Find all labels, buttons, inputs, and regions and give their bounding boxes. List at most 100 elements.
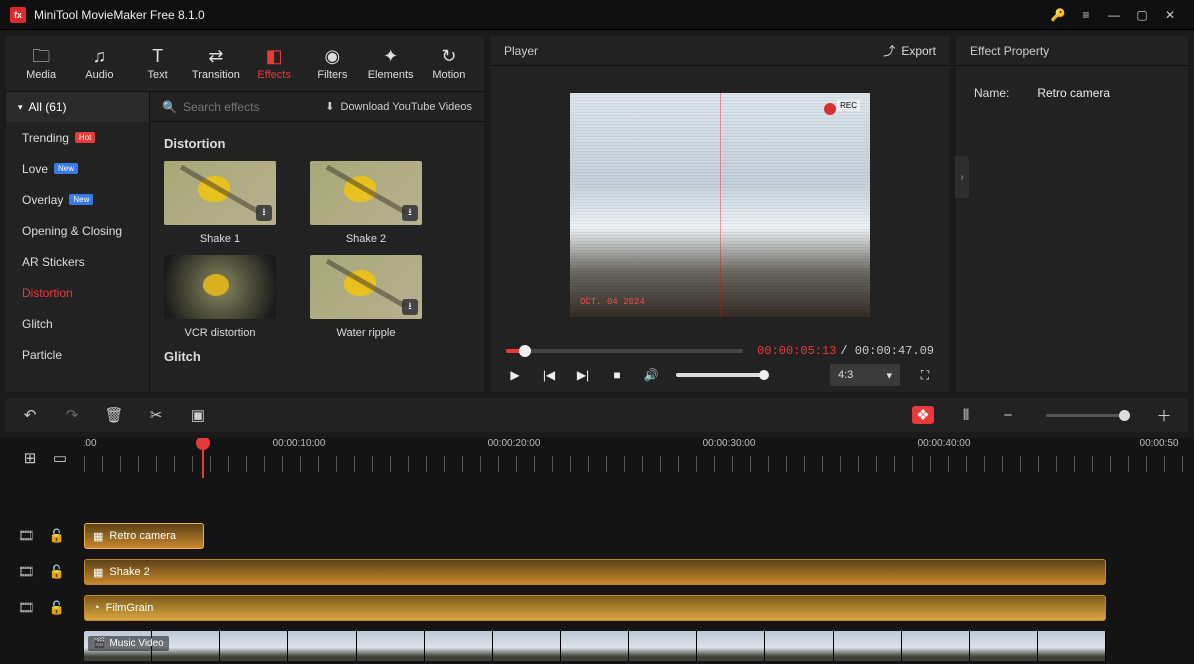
current-time: 00:00:05:13 <box>757 344 836 358</box>
badge: Hot <box>75 132 95 143</box>
export-button[interactable]: ⤴ Export <box>883 42 936 59</box>
lock-icon[interactable]: 🔓 <box>49 528 65 544</box>
record-label: REC <box>837 100 860 111</box>
search-wrap: 🔍 <box>162 100 293 114</box>
lock-icon[interactable]: 🔓 <box>49 600 65 616</box>
category-item[interactable]: Opening & Closing <box>6 215 149 246</box>
effect-thumbnail[interactable]: VCR distortion <box>164 255 276 339</box>
app-title: MiniTool MovieMaker Free 8.1.0 <box>34 8 205 22</box>
next-frame-button[interactable]: ▶| <box>574 366 592 384</box>
ruler-label: 00:00:10:00 <box>273 438 326 449</box>
ruler-label: 00:00:40:00 <box>918 438 971 449</box>
redo-button[interactable]: ↷ <box>62 405 82 425</box>
fullscreen-button[interactable]: ⛶ <box>916 366 934 384</box>
zoom-slider[interactable] <box>1046 414 1126 417</box>
effect-thumbnail[interactable]: ⭳Shake 2 <box>310 161 422 245</box>
category-item[interactable]: Particle <box>6 339 149 370</box>
ruler-label: 00:00:20:00 <box>488 438 541 449</box>
preview-viewport[interactable]: REC OCT. 04 2024 <box>570 93 870 317</box>
player-panel: Player ⤴ Export REC OCT. 04 2024 00:00:0… <box>490 36 950 392</box>
category-all[interactable]: ▾All (61) <box>6 92 149 122</box>
license-key-icon[interactable]: 🔑 <box>1044 0 1072 30</box>
clip-retro-camera[interactable]: ▦Retro camera <box>84 523 204 549</box>
category-item[interactable]: Glitch <box>6 308 149 339</box>
property-panel: › Effect Property Name: Retro camera <box>956 36 1188 392</box>
add-track-button[interactable]: ⊞ <box>20 448 40 468</box>
player-title: Player <box>504 44 538 58</box>
property-name-label: Name: <box>974 86 1009 100</box>
tab-audio[interactable]: ♫Audio <box>70 36 128 91</box>
effect-thumbnail[interactable]: ⭳Shake 1 <box>164 161 276 245</box>
crop-button[interactable]: ▣ <box>188 405 208 425</box>
prev-frame-button[interactable]: |◀ <box>540 366 558 384</box>
stop-button[interactable]: ■ <box>608 366 626 384</box>
split-button[interactable]: ✂ <box>146 405 166 425</box>
caret-down-icon: ▾ <box>18 102 23 113</box>
track-options-button[interactable]: ⦀ <box>956 405 976 425</box>
download-effect-icon[interactable]: ⭳ <box>256 205 272 221</box>
search-icon: 🔍 <box>162 100 177 114</box>
playback-seek-bar[interactable] <box>506 349 743 353</box>
maximize-icon[interactable]: ▢ <box>1128 0 1156 30</box>
library-panel: 🗀Media ♫Audio TText ⇄Transition ◧Effects… <box>6 36 484 392</box>
magnet-snap-button[interactable]: ❖ <box>912 406 934 424</box>
aspect-ratio-select[interactable]: 4:3▾ <box>830 364 900 386</box>
camera-date-overlay: OCT. 04 2024 <box>580 297 645 307</box>
effect-label: Water ripple <box>310 327 422 339</box>
volume-slider[interactable] <box>676 373 764 377</box>
tab-transition[interactable]: ⇄Transition <box>187 36 245 91</box>
effects-grid: Distortion⭳Shake 1⭳Shake 2VCR distortion… <box>150 122 484 392</box>
zoom-out-button[interactable]: − <box>998 405 1018 425</box>
ruler-label: 00:00:30:00 <box>703 438 756 449</box>
undo-button[interactable]: ↶ <box>20 405 40 425</box>
delete-button[interactable]: 🗑 <box>104 405 124 425</box>
track-type-icon: 🎞 <box>18 528 35 544</box>
category-item[interactable]: OverlayNew <box>6 184 149 215</box>
total-duration: 00:00:47.09 <box>855 344 934 358</box>
play-button[interactable]: ▶ <box>506 366 524 384</box>
badge: New <box>54 163 78 174</box>
volume-icon[interactable]: 🔊 <box>642 366 660 384</box>
download-youtube-link[interactable]: ⬇ Download YouTube Videos <box>325 100 472 113</box>
category-list: ▾All (61) TrendingHotLoveNewOverlayNewOp… <box>6 92 150 392</box>
minimize-icon[interactable]: — <box>1100 0 1128 30</box>
lock-icon[interactable]: 🔓 <box>49 564 65 580</box>
effect-clip-icon: ▦ <box>93 566 103 579</box>
effect-clip-icon: ▦ <box>93 530 103 543</box>
motion-icon: ↻ <box>441 47 456 65</box>
track-type-icon: 🎞 <box>18 564 35 580</box>
menu-icon[interactable]: ≡ <box>1072 0 1100 30</box>
tab-motion[interactable]: ↻Motion <box>420 36 478 91</box>
timeline-toolbar: ↶ ↷ 🗑 ✂ ▣ ❖ ⦀ − ＋ <box>6 398 1188 432</box>
download-effect-icon[interactable]: ⭳ <box>402 299 418 315</box>
track-list-button[interactable]: ▭ <box>50 448 70 468</box>
text-icon: T <box>152 47 163 65</box>
category-item[interactable]: Distortion <box>6 277 149 308</box>
clip-shake-2[interactable]: ▦Shake 2 <box>84 559 1106 585</box>
clip-filmgrain[interactable]: ◔FilmGrain <box>84 595 1106 621</box>
tab-text[interactable]: TText <box>129 36 187 91</box>
property-name-value: Retro camera <box>1037 86 1110 100</box>
close-icon[interactable]: ✕ <box>1156 0 1184 30</box>
effect-label: VCR distortion <box>164 327 276 339</box>
category-item[interactable]: AR Stickers <box>6 246 149 277</box>
tab-effects[interactable]: ◧Effects <box>245 36 303 91</box>
category-item[interactable]: LoveNew <box>6 153 149 184</box>
category-item[interactable]: TrendingHot <box>6 122 149 153</box>
search-input[interactable] <box>183 100 293 114</box>
timeline-ruler[interactable]: 00:0000:00:10:0000:00:20:0000:00:30:0000… <box>84 438 1194 478</box>
app-logo-icon: fx <box>10 7 26 23</box>
playhead[interactable] <box>202 438 204 478</box>
folder-icon: 🗀 <box>32 47 50 65</box>
clip-music-video[interactable]: 🎬Music Video <box>84 631 1106 661</box>
tab-media[interactable]: 🗀Media <box>12 36 70 91</box>
timeline: ⊞ ▭ 00:0000:00:10:0000:00:20:0000:00:30:… <box>0 438 1194 664</box>
main-tabs: 🗀Media ♫Audio TText ⇄Transition ◧Effects… <box>6 36 484 92</box>
collapse-panel-button[interactable]: › <box>955 156 969 198</box>
tab-filters[interactable]: ◉Filters <box>303 36 361 91</box>
effect-thumbnail[interactable]: ⭳ Water ripple <box>310 255 422 339</box>
tab-elements[interactable]: ✦Elements <box>362 36 420 91</box>
record-indicator-icon <box>824 103 836 115</box>
download-effect-icon[interactable]: ⭳ <box>402 205 418 221</box>
zoom-in-button[interactable]: ＋ <box>1154 405 1174 425</box>
